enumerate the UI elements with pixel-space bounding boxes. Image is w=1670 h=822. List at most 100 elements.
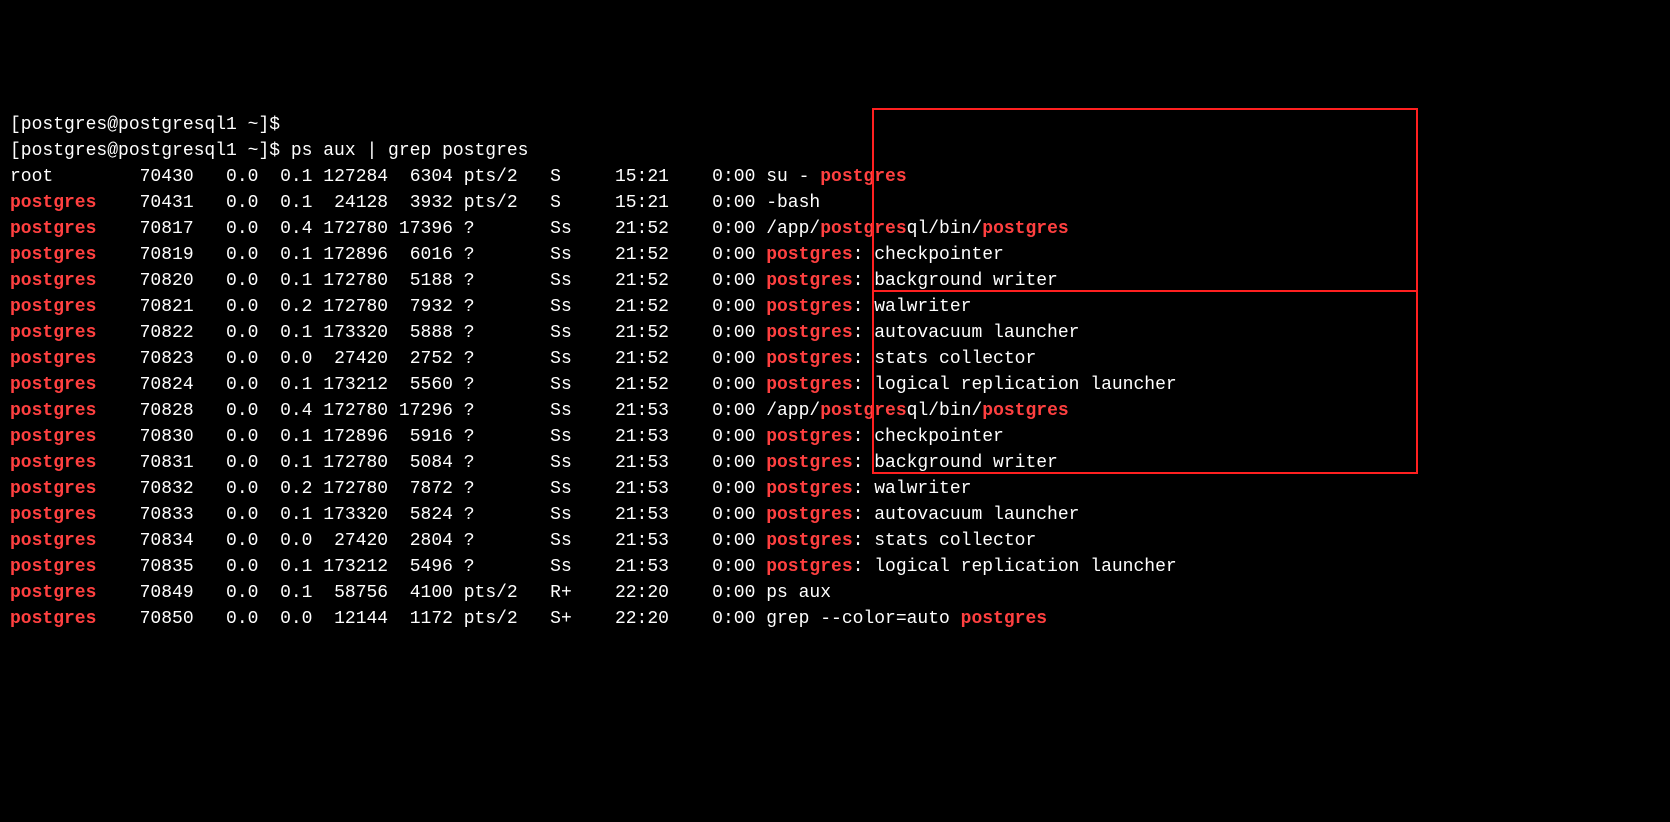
col-command: /app/postgresql/bin/postgres	[766, 401, 1068, 421]
grep-match: postgres	[766, 323, 852, 343]
process-row: postgres 70833 0.0 0.1 173320 5824 ? Ss …	[10, 502, 1660, 528]
col-pid: 70823	[118, 349, 194, 369]
col-rss: 5188	[388, 271, 453, 291]
col-start: 21:52	[583, 245, 669, 265]
col-mem: 0.1	[258, 505, 312, 525]
col-command: postgres: logical replication launcher	[766, 375, 1176, 395]
col-user: postgres	[10, 271, 96, 291]
col-pid: 70817	[118, 219, 194, 239]
col-time: 0:00	[669, 271, 755, 291]
col-stat: Ss	[550, 531, 582, 551]
col-rss: 7932	[388, 297, 453, 317]
col-command: ps aux	[766, 583, 831, 603]
col-time: 0:00	[669, 479, 755, 499]
process-row: postgres 70822 0.0 0.1 173320 5888 ? Ss …	[10, 320, 1660, 346]
col-user: postgres	[10, 609, 96, 629]
col-rss: 5084	[388, 453, 453, 473]
col-tty: ?	[453, 375, 550, 395]
col-stat: Ss	[550, 271, 582, 291]
col-user: postgres	[10, 323, 96, 343]
col-stat: R+	[550, 583, 582, 603]
col-pid: 70831	[118, 453, 194, 473]
col-stat: Ss	[550, 297, 582, 317]
process-row: postgres 70850 0.0 0.0 12144 1172 pts/2 …	[10, 606, 1660, 632]
process-row: postgres 70819 0.0 0.1 172896 6016 ? Ss …	[10, 242, 1660, 268]
col-start: 21:53	[583, 479, 669, 499]
grep-match: postgres	[961, 609, 1047, 629]
col-command: postgres: checkpointer	[766, 245, 1004, 265]
col-time: 0:00	[669, 219, 755, 239]
process-row: root 70430 0.0 0.1 127284 6304 pts/2 S 1…	[10, 164, 1660, 190]
col-command: postgres: stats collector	[766, 531, 1036, 551]
col-stat: Ss	[550, 505, 582, 525]
col-stat: Ss	[550, 557, 582, 577]
col-command: postgres: logical replication launcher	[766, 557, 1176, 577]
col-pid: 70834	[118, 531, 194, 551]
col-vsz: 27420	[312, 531, 388, 551]
col-rss: 1172	[388, 609, 453, 629]
col-cpu: 0.0	[194, 219, 259, 239]
col-time: 0:00	[669, 349, 755, 369]
prompt-line[interactable]: [postgres@postgresql1 ~]$ ps aux | grep …	[10, 138, 1660, 164]
col-start: 21:53	[583, 427, 669, 447]
col-user: postgres	[10, 193, 96, 213]
col-vsz: 173320	[312, 323, 388, 343]
col-cpu: 0.0	[194, 401, 259, 421]
col-mem: 0.0	[258, 609, 312, 629]
col-mem: 0.1	[258, 557, 312, 577]
col-user: postgres	[10, 245, 96, 265]
col-vsz: 172896	[312, 427, 388, 447]
col-user: postgres	[10, 453, 96, 473]
col-stat: Ss	[550, 219, 582, 239]
col-command: postgres: walwriter	[766, 479, 971, 499]
col-cpu: 0.0	[194, 245, 259, 265]
col-time: 0:00	[669, 375, 755, 395]
col-cpu: 0.0	[194, 531, 259, 551]
col-pid: 70849	[118, 583, 194, 603]
col-mem: 0.1	[258, 375, 312, 395]
col-start: 15:21	[583, 193, 669, 213]
grep-match: postgres	[766, 531, 852, 551]
grep-match: postgres	[982, 401, 1068, 421]
process-row: postgres 70821 0.0 0.2 172780 7932 ? Ss …	[10, 294, 1660, 320]
col-vsz: 172896	[312, 245, 388, 265]
col-cpu: 0.0	[194, 609, 259, 629]
col-rss: 5560	[388, 375, 453, 395]
col-vsz: 58756	[312, 583, 388, 603]
col-user: postgres	[10, 583, 96, 603]
process-row: postgres 70832 0.0 0.2 172780 7872 ? Ss …	[10, 476, 1660, 502]
col-time: 0:00	[669, 557, 755, 577]
col-pid: 70822	[118, 323, 194, 343]
col-cpu: 0.0	[194, 167, 259, 187]
col-user: postgres	[10, 505, 96, 525]
col-tty: ?	[453, 401, 550, 421]
grep-match: postgres	[766, 479, 852, 499]
col-user: postgres	[10, 349, 96, 369]
col-tty: pts/2	[453, 583, 550, 603]
col-pid: 70850	[118, 609, 194, 629]
col-time: 0:00	[669, 297, 755, 317]
col-command: postgres: background writer	[766, 271, 1058, 291]
grep-match: postgres	[820, 401, 906, 421]
col-command: grep --color=auto postgres	[766, 609, 1047, 629]
prompt-line[interactable]: [postgres@postgresql1 ~]$	[10, 112, 1660, 138]
col-pid: 70430	[118, 167, 194, 187]
col-start: 21:53	[583, 401, 669, 421]
col-user: postgres	[10, 557, 96, 577]
process-row: postgres 70830 0.0 0.1 172896 5916 ? Ss …	[10, 424, 1660, 450]
grep-match: postgres	[766, 375, 852, 395]
col-time: 0:00	[669, 505, 755, 525]
col-vsz: 173320	[312, 505, 388, 525]
col-cpu: 0.0	[194, 323, 259, 343]
col-tty: pts/2	[453, 193, 550, 213]
grep-match: postgres	[766, 297, 852, 317]
col-time: 0:00	[669, 245, 755, 265]
col-time: 0:00	[669, 323, 755, 343]
grep-match: postgres	[766, 453, 852, 473]
grep-match: postgres	[820, 219, 906, 239]
col-tty: ?	[453, 271, 550, 291]
col-cpu: 0.0	[194, 453, 259, 473]
col-time: 0:00	[669, 401, 755, 421]
col-start: 21:53	[583, 505, 669, 525]
col-command: postgres: autovacuum launcher	[766, 505, 1079, 525]
